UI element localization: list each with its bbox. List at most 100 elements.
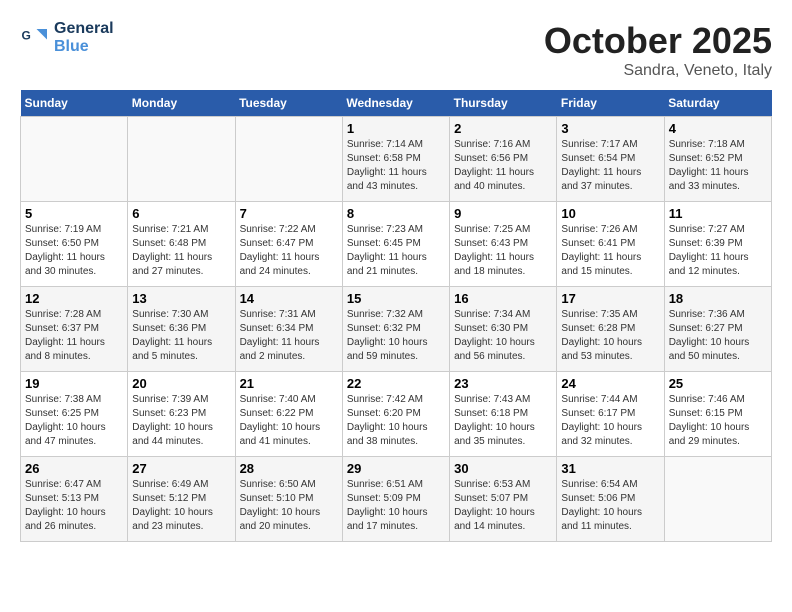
week-row-4: 26 Sunrise: 6:47 AM Sunset: 5:13 PM Dayli… xyxy=(21,457,772,542)
calendar-cell: 22 Sunrise: 7:42 AM Sunset: 6:20 PM Dayli… xyxy=(342,372,449,457)
day-info: Sunrise: 7:43 AM Sunset: 6:18 PM Dayligh… xyxy=(454,393,552,449)
day-info: Sunrise: 7:17 AM Sunset: 6:54 PM Dayligh… xyxy=(561,138,659,194)
calendar-cell: 5 Sunrise: 7:19 AM Sunset: 6:50 PM Daylig… xyxy=(21,202,128,287)
day-number: 12 xyxy=(25,291,123,306)
day-number: 29 xyxy=(347,461,445,476)
calendar-cell xyxy=(21,117,128,202)
calendar-cell: 21 Sunrise: 7:40 AM Sunset: 6:22 PM Dayli… xyxy=(235,372,342,457)
calendar-body: 1 Sunrise: 7:14 AM Sunset: 6:58 PM Daylig… xyxy=(21,117,772,542)
day-info: Sunrise: 7:22 AM Sunset: 6:47 PM Dayligh… xyxy=(240,223,338,279)
title-block: October 2025 Sandra, Veneto, Italy xyxy=(544,20,772,80)
day-info: Sunrise: 7:42 AM Sunset: 6:20 PM Dayligh… xyxy=(347,393,445,449)
calendar-cell: 25 Sunrise: 7:46 AM Sunset: 6:15 PM Dayli… xyxy=(664,372,771,457)
day-info: Sunrise: 7:44 AM Sunset: 6:17 PM Dayligh… xyxy=(561,393,659,449)
calendar-cell xyxy=(128,117,235,202)
calendar-cell: 17 Sunrise: 7:35 AM Sunset: 6:28 PM Dayli… xyxy=(557,287,664,372)
week-row-3: 19Sunrise: 7:38 AM Sunset: 6:25 PM Dayli… xyxy=(21,372,772,457)
day-info: Sunrise: 7:40 AM Sunset: 6:22 PM Dayligh… xyxy=(240,393,338,449)
day-number: 31 xyxy=(561,461,659,476)
day-number: 13 xyxy=(132,291,230,306)
day-number: 24 xyxy=(561,376,659,391)
day-number: 10 xyxy=(561,206,659,221)
svg-text:G: G xyxy=(22,29,31,43)
logo-line1: General xyxy=(54,20,114,38)
calendar-cell: 29Sunrise: 6:51 AM Sunset: 5:09 PM Dayli… xyxy=(342,457,449,542)
day-info: Sunrise: 7:14 AM Sunset: 6:58 PM Dayligh… xyxy=(347,138,445,194)
weekday-header-monday: Monday xyxy=(128,90,235,117)
calendar-cell xyxy=(664,457,771,542)
month-title: October 2025 xyxy=(544,20,772,62)
calendar-cell: 13Sunrise: 7:30 AM Sunset: 6:36 PM Dayli… xyxy=(128,287,235,372)
day-info: Sunrise: 7:32 AM Sunset: 6:32 PM Dayligh… xyxy=(347,308,445,364)
day-number: 23 xyxy=(454,376,552,391)
weekday-header-wednesday: Wednesday xyxy=(342,90,449,117)
day-info: Sunrise: 7:36 AM Sunset: 6:27 PM Dayligh… xyxy=(669,308,767,364)
day-number: 25 xyxy=(669,376,767,391)
day-number: 27 xyxy=(132,461,230,476)
day-number: 17 xyxy=(561,291,659,306)
weekday-header-friday: Friday xyxy=(557,90,664,117)
calendar-cell: 31Sunrise: 6:54 AM Sunset: 5:06 PM Dayli… xyxy=(557,457,664,542)
logo-icon: G xyxy=(20,23,50,53)
calendar-cell: 10 Sunrise: 7:26 AM Sunset: 6:41 PM Dayli… xyxy=(557,202,664,287)
day-info: Sunrise: 7:35 AM Sunset: 6:28 PM Dayligh… xyxy=(561,308,659,364)
calendar-cell: 8 Sunrise: 7:23 AM Sunset: 6:45 PM Daylig… xyxy=(342,202,449,287)
week-row-2: 12 Sunrise: 7:28 AM Sunset: 6:37 PM Dayli… xyxy=(21,287,772,372)
calendar-cell: 30Sunrise: 6:53 AM Sunset: 5:07 PM Dayli… xyxy=(450,457,557,542)
day-number: 4 xyxy=(669,121,767,136)
calendar-cell: 23 Sunrise: 7:43 AM Sunset: 6:18 PM Dayli… xyxy=(450,372,557,457)
calendar-cell: 4 Sunrise: 7:18 AM Sunset: 6:52 PM Daylig… xyxy=(664,117,771,202)
day-number: 21 xyxy=(240,376,338,391)
calendar-cell: 6 Sunrise: 7:21 AM Sunset: 6:48 PM Daylig… xyxy=(128,202,235,287)
day-info: Sunrise: 7:34 AM Sunset: 6:30 PM Dayligh… xyxy=(454,308,552,364)
calendar-cell: 28 Sunrise: 6:50 AM Sunset: 5:10 PM Dayli… xyxy=(235,457,342,542)
day-number: 5 xyxy=(25,206,123,221)
day-number: 8 xyxy=(347,206,445,221)
day-number: 28 xyxy=(240,461,338,476)
calendar-cell: 20Sunrise: 7:39 AM Sunset: 6:23 PM Dayli… xyxy=(128,372,235,457)
day-number: 1 xyxy=(347,121,445,136)
weekday-header-sunday: Sunday xyxy=(21,90,128,117)
calendar-cell: 27Sunrise: 6:49 AM Sunset: 5:12 PM Dayli… xyxy=(128,457,235,542)
day-info: Sunrise: 6:47 AM Sunset: 5:13 PM Dayligh… xyxy=(25,478,123,534)
week-row-1: 5 Sunrise: 7:19 AM Sunset: 6:50 PM Daylig… xyxy=(21,202,772,287)
day-number: 18 xyxy=(669,291,767,306)
day-info: Sunrise: 7:25 AM Sunset: 6:43 PM Dayligh… xyxy=(454,223,552,279)
day-number: 6 xyxy=(132,206,230,221)
calendar-cell: 24 Sunrise: 7:44 AM Sunset: 6:17 PM Dayli… xyxy=(557,372,664,457)
day-number: 16 xyxy=(454,291,552,306)
calendar-cell: 2Sunrise: 7:16 AM Sunset: 6:56 PM Daylig… xyxy=(450,117,557,202)
day-info: Sunrise: 7:26 AM Sunset: 6:41 PM Dayligh… xyxy=(561,223,659,279)
calendar-cell: 7 Sunrise: 7:22 AM Sunset: 6:47 PM Daylig… xyxy=(235,202,342,287)
calendar-cell: 19Sunrise: 7:38 AM Sunset: 6:25 PM Dayli… xyxy=(21,372,128,457)
day-number: 22 xyxy=(347,376,445,391)
day-info: Sunrise: 7:23 AM Sunset: 6:45 PM Dayligh… xyxy=(347,223,445,279)
day-info: Sunrise: 7:38 AM Sunset: 6:25 PM Dayligh… xyxy=(25,393,123,449)
calendar-cell: 16 Sunrise: 7:34 AM Sunset: 6:30 PM Dayli… xyxy=(450,287,557,372)
day-info: Sunrise: 7:18 AM Sunset: 6:52 PM Dayligh… xyxy=(669,138,767,194)
day-info: Sunrise: 7:31 AM Sunset: 6:34 PM Dayligh… xyxy=(240,308,338,364)
day-number: 11 xyxy=(669,206,767,221)
day-number: 26 xyxy=(25,461,123,476)
day-number: 20 xyxy=(132,376,230,391)
day-number: 7 xyxy=(240,206,338,221)
day-info: Sunrise: 7:21 AM Sunset: 6:48 PM Dayligh… xyxy=(132,223,230,279)
day-info: Sunrise: 7:28 AM Sunset: 6:37 PM Dayligh… xyxy=(25,308,123,364)
location-subtitle: Sandra, Veneto, Italy xyxy=(544,62,772,80)
day-number: 15 xyxy=(347,291,445,306)
logo-line2: Blue xyxy=(54,38,114,56)
calendar-cell: 9Sunrise: 7:25 AM Sunset: 6:43 PM Daylig… xyxy=(450,202,557,287)
calendar-cell: 15 Sunrise: 7:32 AM Sunset: 6:32 PM Dayli… xyxy=(342,287,449,372)
calendar-cell: 18 Sunrise: 7:36 AM Sunset: 6:27 PM Dayli… xyxy=(664,287,771,372)
calendar-cell: 14 Sunrise: 7:31 AM Sunset: 6:34 PM Dayli… xyxy=(235,287,342,372)
logo: G General Blue xyxy=(20,20,114,56)
calendar-cell xyxy=(235,117,342,202)
day-number: 14 xyxy=(240,291,338,306)
weekday-header-saturday: Saturday xyxy=(664,90,771,117)
calendar-cell: 12 Sunrise: 7:28 AM Sunset: 6:37 PM Dayli… xyxy=(21,287,128,372)
day-info: Sunrise: 7:19 AM Sunset: 6:50 PM Dayligh… xyxy=(25,223,123,279)
day-number: 3 xyxy=(561,121,659,136)
calendar-table: SundayMondayTuesdayWednesdayThursdayFrid… xyxy=(20,90,772,542)
day-info: Sunrise: 6:50 AM Sunset: 5:10 PM Dayligh… xyxy=(240,478,338,534)
day-info: Sunrise: 7:46 AM Sunset: 6:15 PM Dayligh… xyxy=(669,393,767,449)
